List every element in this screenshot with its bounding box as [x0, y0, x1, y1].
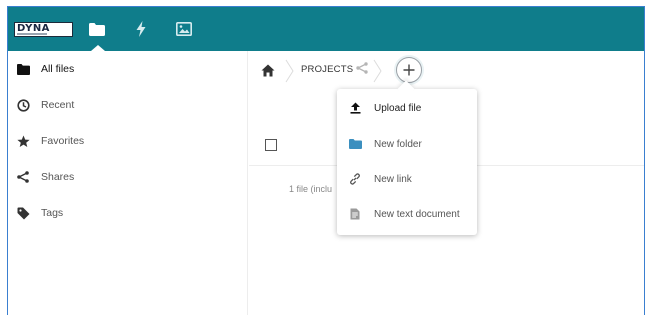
- menu-item-label: New link: [374, 173, 412, 185]
- add-new-button[interactable]: [396, 57, 422, 83]
- tag-icon: [16, 206, 30, 220]
- logo-underline: [17, 33, 47, 35]
- gallery-app-icon[interactable]: [175, 20, 193, 38]
- sidebar-item-shares[interactable]: Shares: [8, 162, 248, 192]
- new-item-menu: Upload file New folder New link New text…: [337, 80, 477, 235]
- menu-item-new-folder[interactable]: New folder: [337, 127, 477, 161]
- breadcrumb: PROJECTS: [249, 51, 644, 91]
- menu-item-upload-file[interactable]: Upload file: [337, 91, 477, 125]
- sidebar-item-label: All files: [41, 63, 75, 75]
- folder-icon: [89, 22, 105, 36]
- image-icon: [176, 22, 192, 36]
- breadcrumb-current[interactable]: PROJECTS: [301, 64, 353, 75]
- menu-item-new-link[interactable]: New link: [337, 162, 477, 196]
- app-window: DYNA All files Recent Favorites Shares T…: [7, 6, 645, 315]
- menu-item-label: New text document: [374, 208, 460, 220]
- sidebar-item-label: Recent: [41, 99, 75, 111]
- sidebar-item-label: Tags: [41, 207, 64, 219]
- menu-item-new-text-document[interactable]: New text document: [337, 197, 477, 231]
- lightning-icon: [136, 21, 146, 37]
- sidebar-item-recent[interactable]: Recent: [8, 90, 248, 120]
- files-app-icon[interactable]: [88, 20, 106, 38]
- clock-icon: [16, 98, 30, 112]
- sidebar-item-label: Shares: [41, 171, 75, 183]
- sidebar-item-favorites[interactable]: Favorites: [8, 126, 248, 156]
- sidebar-item-tags[interactable]: Tags: [8, 198, 248, 228]
- plus-icon: [403, 64, 415, 76]
- top-bar: DYNA: [8, 7, 644, 51]
- link-icon: [348, 172, 362, 186]
- menu-item-label: Upload file: [374, 102, 422, 114]
- folder-icon: [16, 62, 30, 76]
- breadcrumb-separator-icon: [285, 59, 294, 83]
- menu-item-label: New folder: [374, 138, 422, 150]
- breadcrumb-separator-icon: [373, 59, 382, 83]
- text-document-icon: [348, 207, 362, 221]
- sidebar-item-label: Favorites: [41, 135, 85, 147]
- logo[interactable]: DYNA: [14, 22, 73, 37]
- share-icon: [16, 170, 30, 184]
- share-icon[interactable]: [356, 62, 368, 77]
- activity-app-icon[interactable]: [132, 20, 150, 38]
- star-icon: [16, 134, 30, 148]
- file-summary: 1 file (inclu: [289, 184, 333, 194]
- sidebar: All files Recent Favorites Shares Tags: [8, 51, 248, 315]
- sidebar-item-all-files[interactable]: All files: [8, 54, 248, 84]
- upload-icon: [348, 101, 362, 115]
- select-all-checkbox[interactable]: [265, 139, 277, 151]
- folder-icon: [348, 137, 362, 151]
- home-icon[interactable]: [260, 62, 276, 78]
